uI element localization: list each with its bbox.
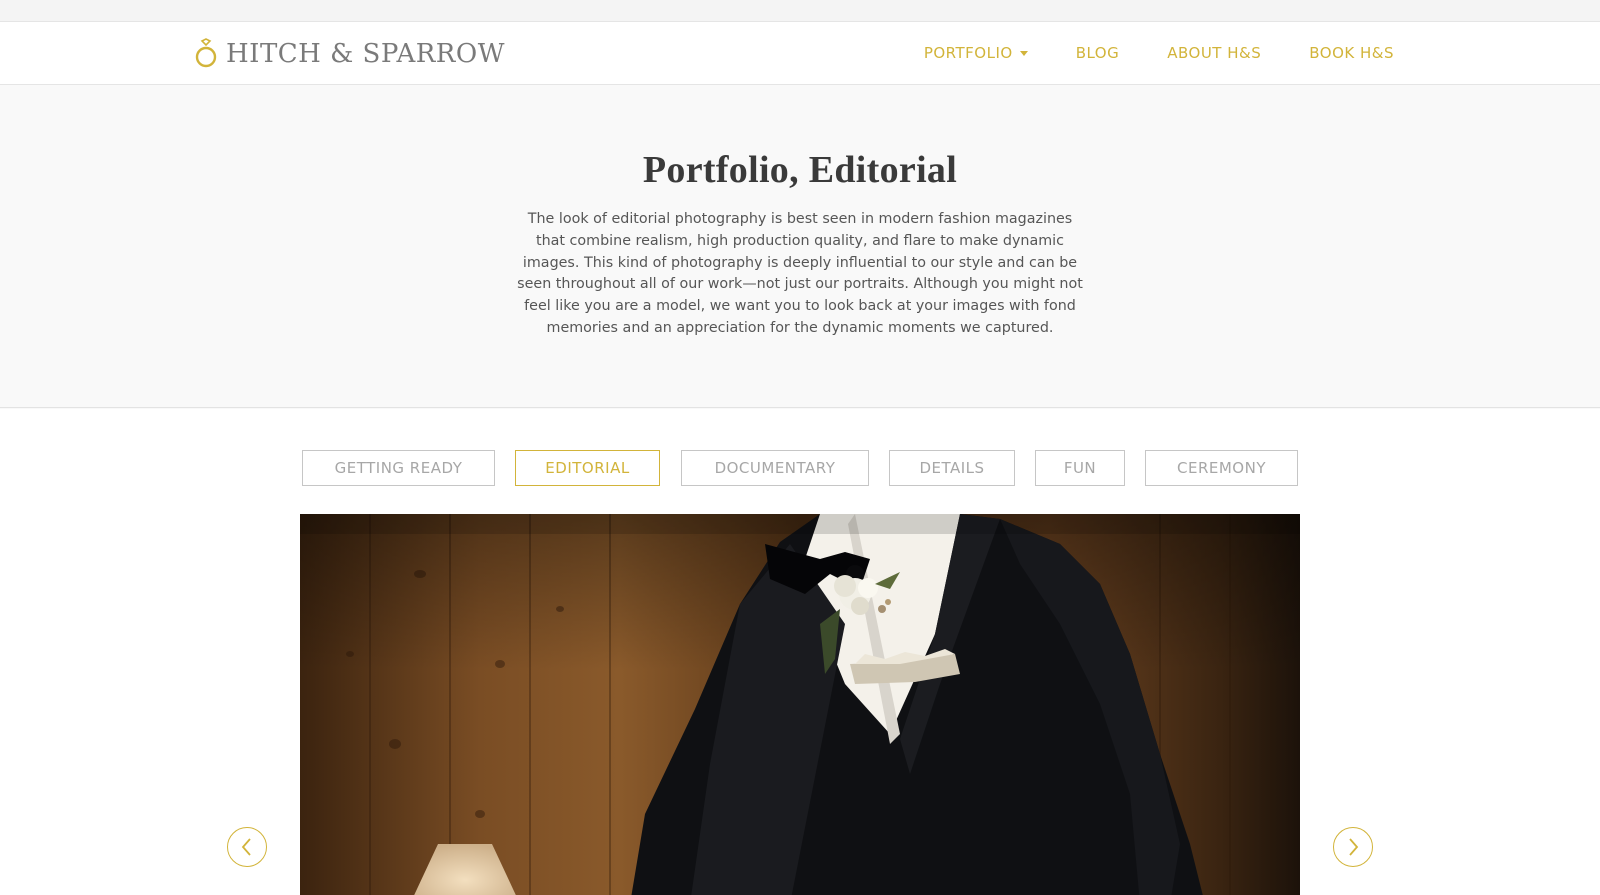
gallery-next-button[interactable] bbox=[1333, 827, 1373, 867]
filter-bar: GETTING READY EDITORIAL DOCUMENTARY DETA… bbox=[0, 450, 1600, 486]
filter-label: GETTING READY bbox=[334, 459, 463, 477]
filter-ceremony[interactable]: CEREMONY bbox=[1145, 450, 1298, 486]
ring-icon bbox=[195, 38, 217, 68]
filter-label: EDITORIAL bbox=[545, 459, 630, 477]
intro-line: that combine realism, high production qu… bbox=[535, 232, 1065, 249]
filter-label: CEREMONY bbox=[1177, 459, 1266, 477]
main-nav: PORTFOLIO BLOG ABOUT H&S BOOK H&S bbox=[924, 22, 1394, 84]
filter-label: DOCUMENTARY bbox=[714, 459, 836, 477]
intro-line: images. This kind of photography is deep… bbox=[522, 254, 1078, 271]
intro-line: seen throughout all of our work—not just… bbox=[517, 276, 1083, 293]
filter-documentary[interactable]: DOCUMENTARY bbox=[681, 450, 869, 486]
nav-item-book[interactable]: BOOK H&S bbox=[1309, 44, 1394, 62]
nav-item-about[interactable]: ABOUT H&S bbox=[1167, 44, 1261, 62]
filter-getting-ready[interactable]: GETTING READY bbox=[302, 450, 495, 486]
gallery-section: GETTING READY EDITORIAL DOCUMENTARY DETA… bbox=[0, 409, 1600, 895]
filter-label: FUN bbox=[1063, 459, 1097, 477]
filter-label: DETAILS bbox=[919, 459, 985, 477]
brand-name: HITCH & SPARROW bbox=[226, 39, 505, 69]
site-header: HITCH & SPARROW PORTFOLIO BLOG ABOUT H&S… bbox=[0, 21, 1600, 85]
chevron-left-icon bbox=[241, 838, 251, 856]
filter-fun[interactable]: FUN bbox=[1035, 450, 1125, 486]
nav-item-label: ABOUT H&S bbox=[1167, 44, 1262, 62]
nav-item-portfolio[interactable]: PORTFOLIO bbox=[924, 44, 1028, 62]
filter-details[interactable]: DETAILS bbox=[889, 450, 1015, 486]
brand-logo[interactable]: HITCH & SPARROW bbox=[194, 37, 505, 71]
nav-item-label: PORTFOLIO bbox=[923, 44, 1013, 62]
intro-description: The look of editorial photography is bes… bbox=[499, 209, 1101, 340]
intro-line: The look of editorial photography is bes… bbox=[527, 211, 1073, 227]
chevron-right-icon bbox=[1349, 838, 1359, 856]
nav-item-label: BLOG bbox=[1075, 44, 1120, 62]
nav-item-blog[interactable]: BLOG bbox=[1076, 44, 1120, 62]
intro-section: Portfolio, Editorial The look of editori… bbox=[0, 85, 1600, 408]
gallery-photo[interactable] bbox=[300, 514, 1300, 895]
intro-line: feel like you are a model, we want you t… bbox=[524, 298, 1076, 315]
nav-item-label: BOOK H&S bbox=[1309, 44, 1394, 62]
groom-tuxedo-photo bbox=[300, 514, 1300, 895]
intro-line: memories and an appreciation for the dyn… bbox=[546, 319, 1054, 336]
gallery-prev-button[interactable] bbox=[227, 827, 267, 867]
page-title: Portfolio, Editorial bbox=[642, 149, 958, 191]
filter-editorial[interactable]: EDITORIAL bbox=[515, 450, 660, 486]
caret-down-icon bbox=[1019, 51, 1028, 56]
top-strip bbox=[0, 0, 1600, 21]
